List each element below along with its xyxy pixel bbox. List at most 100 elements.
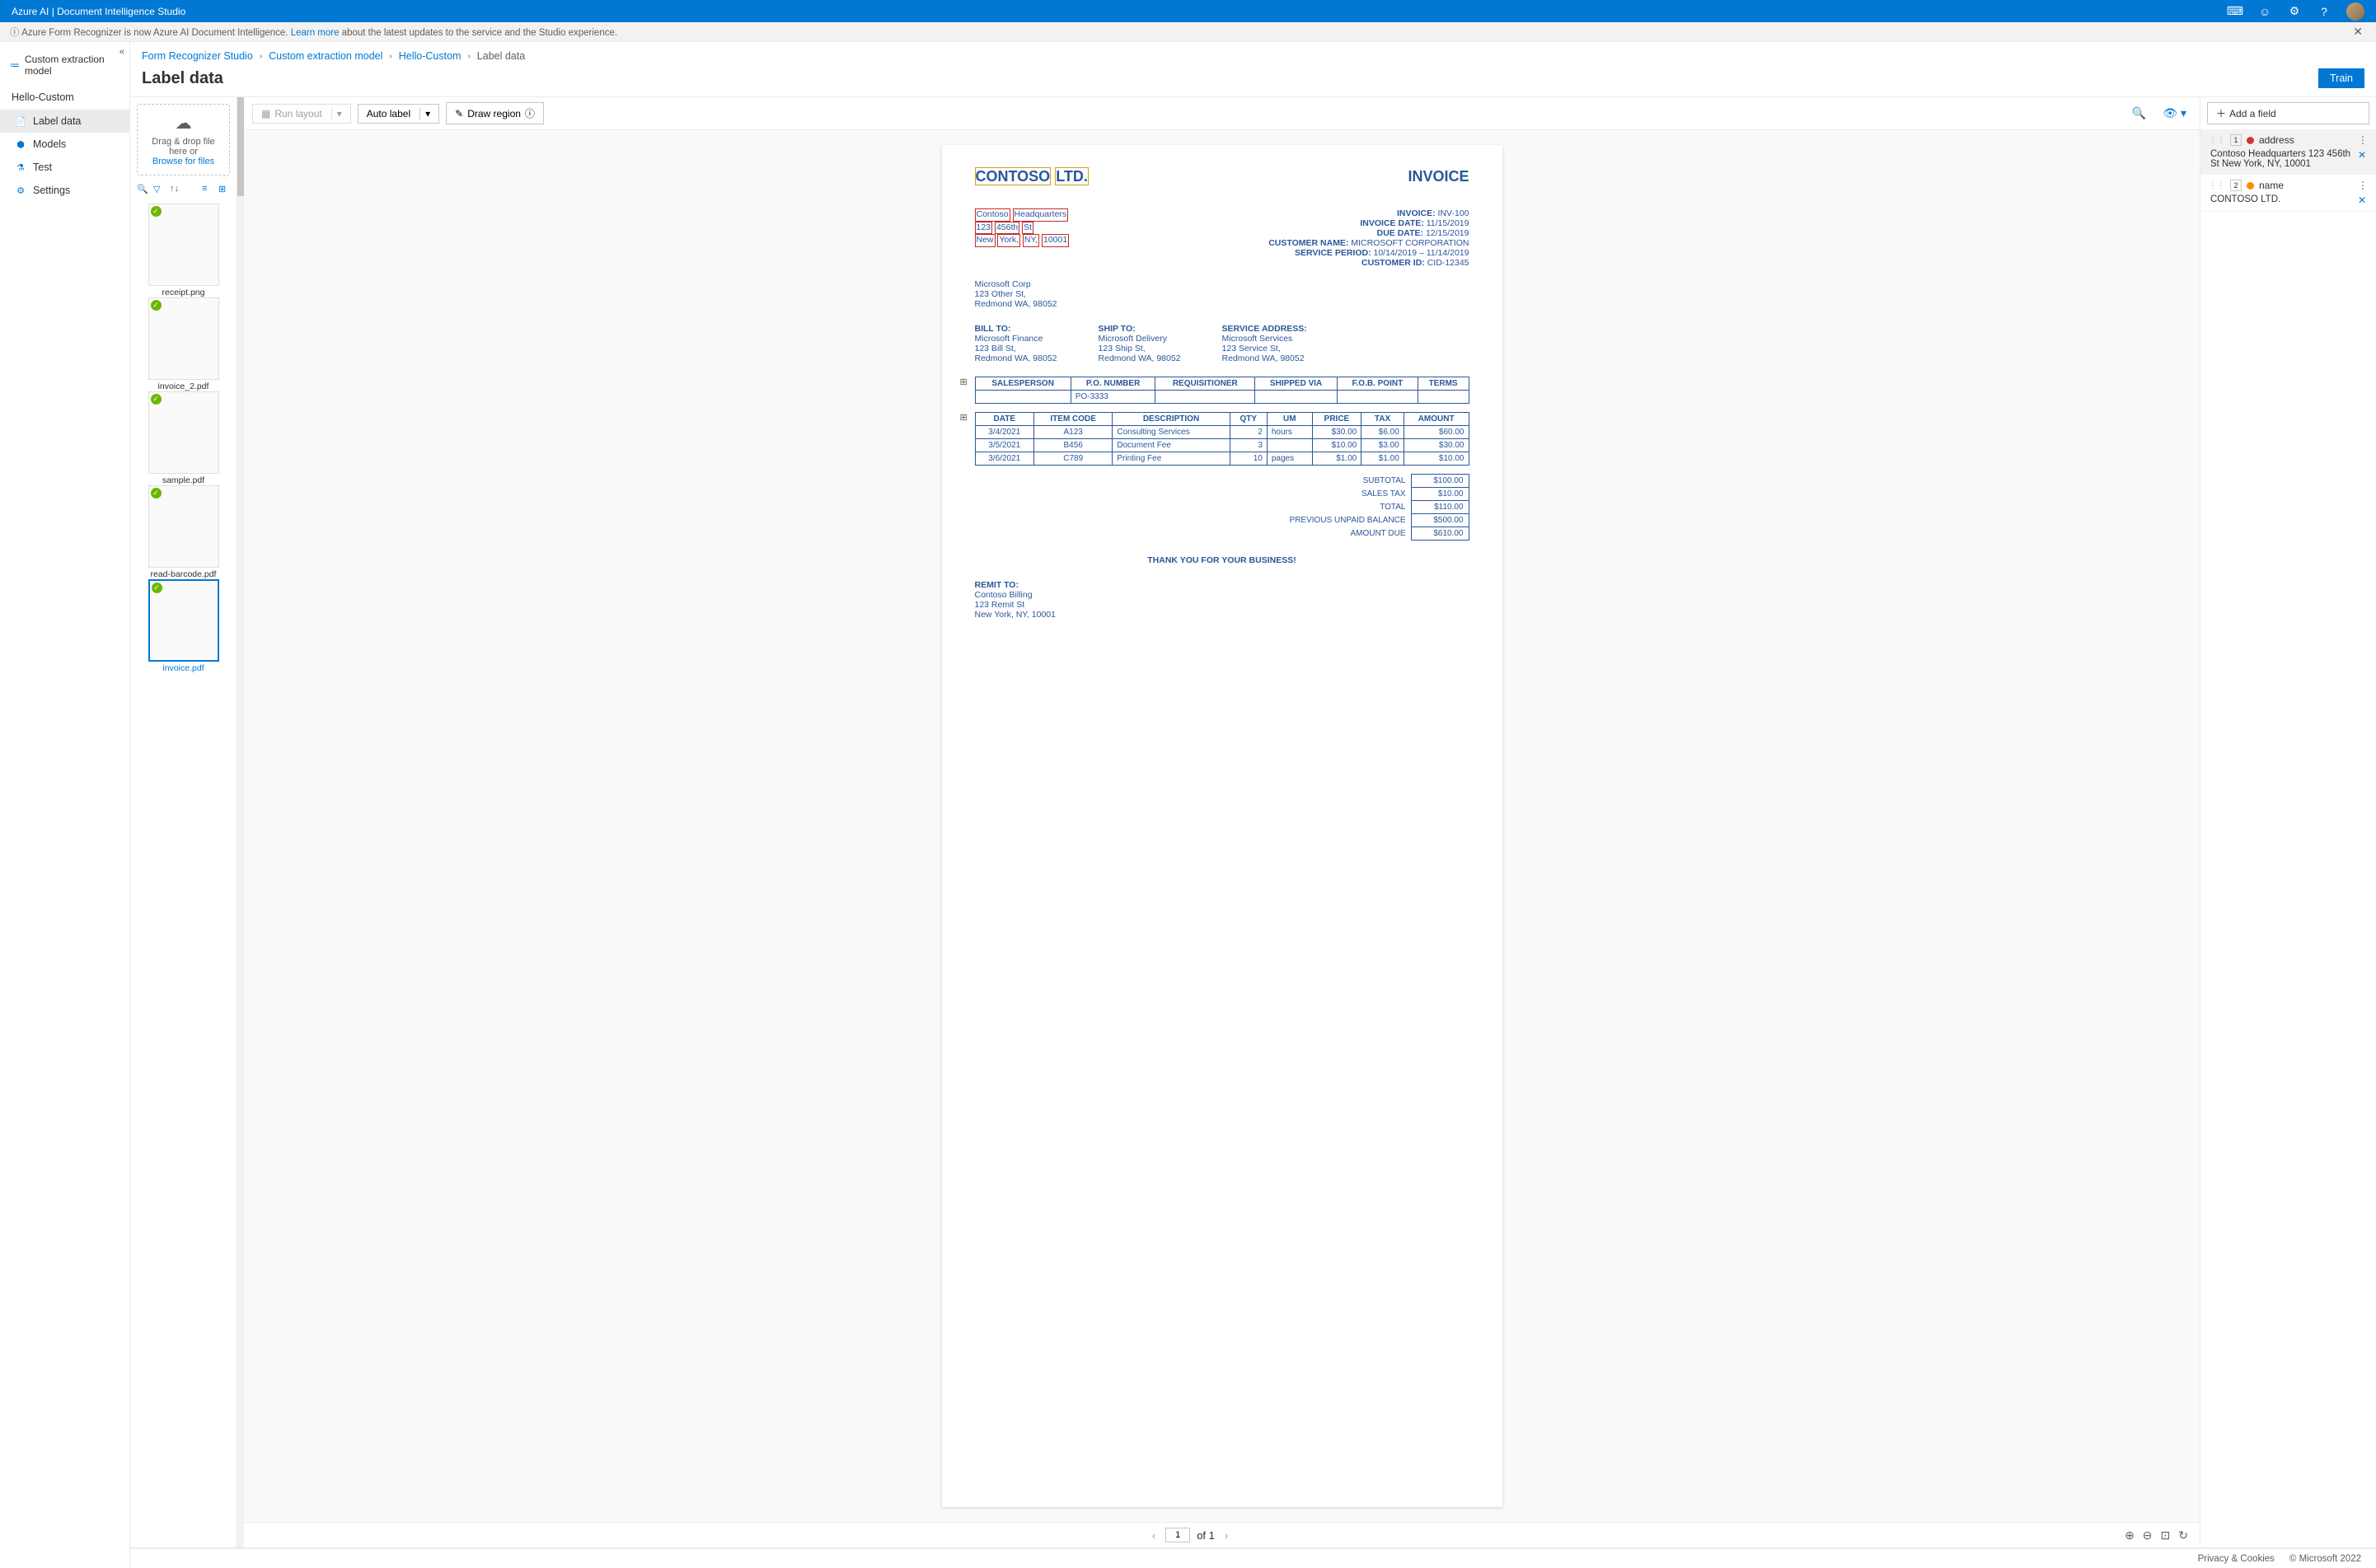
more-icon[interactable]: ⋮ xyxy=(2358,134,2368,146)
remit-line: 123 Remit St xyxy=(975,600,1469,610)
meta-label: INVOICE: xyxy=(1397,208,1436,218)
breadcrumb-item[interactable]: Hello-Custom xyxy=(399,50,462,62)
visibility-icon[interactable]: 👁 ▾ xyxy=(2158,103,2191,124)
table-cell: $1.00 xyxy=(1361,452,1404,466)
file-thumbnail[interactable]: ✓sample.pdf xyxy=(137,391,230,485)
remit-line: New York, NY, 10001 xyxy=(975,610,1469,620)
add-field-button[interactable]: ＋Add a field xyxy=(2207,102,2369,124)
filter-icon[interactable]: ▽ xyxy=(153,184,165,195)
table-cell: $6.00 xyxy=(1361,426,1404,439)
help-icon[interactable]: ? xyxy=(2317,4,2331,19)
sidebar-item-icon: ⬢ xyxy=(15,138,26,150)
avatar[interactable] xyxy=(2346,2,2364,21)
page-input[interactable] xyxy=(1165,1528,1190,1542)
table-handle-icon[interactable]: ⊞ xyxy=(960,412,968,423)
file-thumbnail[interactable]: ✓ read-barcode.pdf xyxy=(137,485,230,579)
model-type-icon: ≔ xyxy=(10,59,20,71)
drop-zone[interactable]: ☁ Drag & drop file here or Browse for fi… xyxy=(137,104,230,176)
meta-value: 12/15/2019 xyxy=(1426,228,1469,238)
file-name: read-barcode.pdf xyxy=(137,569,230,579)
address-line: 123 Service St, xyxy=(1222,344,1307,353)
page-title: Label data xyxy=(142,69,223,88)
next-page-icon[interactable]: › xyxy=(1221,1529,1231,1542)
chevron-down-icon[interactable]: ▾ xyxy=(419,108,430,119)
sidebar-item-settings[interactable]: ⚙Settings xyxy=(0,179,129,202)
settings-icon[interactable]: ⚙ xyxy=(2287,4,2302,19)
privacy-link[interactable]: Privacy & Cookies xyxy=(2198,1554,2275,1564)
file-thumbnail[interactable]: ✓invoice.pdf xyxy=(137,579,230,673)
list-view-icon[interactable]: ≡ xyxy=(202,184,213,195)
check-icon: ✓ xyxy=(151,394,162,405)
address-line: Microsoft Delivery xyxy=(1099,334,1181,344)
remit-title: REMIT TO: xyxy=(975,580,1019,590)
drag-handle-icon[interactable]: ⋮⋮ xyxy=(2209,136,2225,145)
fit-icon[interactable]: ⊡ xyxy=(2161,1528,2171,1542)
file-thumbnail[interactable]: ✓receipt.png xyxy=(137,204,230,297)
field-row[interactable]: ⋮⋮1address⋮Contoso Headquarters 123 456t… xyxy=(2200,129,2376,175)
customer-line: Redmond WA, 98052 xyxy=(975,299,1469,309)
sidebar-project-name[interactable]: Hello-Custom xyxy=(0,83,129,110)
rotate-icon[interactable]: ↻ xyxy=(2178,1528,2188,1542)
clear-field-icon[interactable]: ✕ xyxy=(2353,194,2366,206)
meta-label: SERVICE PERIOD: xyxy=(1295,248,1371,258)
file-panel: ☁ Drag & drop file here or Browse for fi… xyxy=(130,97,237,1547)
sort-icon[interactable]: ↑↓ xyxy=(170,184,181,195)
breadcrumb-item[interactable]: Form Recognizer Studio xyxy=(142,50,253,62)
search-doc-icon[interactable]: 🔍 xyxy=(2127,103,2151,124)
table-cell: $10.00 xyxy=(1312,439,1361,452)
invoice-totals: SUBTOTAL$100.00SALES TAX$10.00TOTAL$110.… xyxy=(975,474,1469,541)
close-icon[interactable]: ✕ xyxy=(2350,25,2366,39)
breadcrumb-item[interactable]: Custom extraction model xyxy=(269,50,382,62)
info-learn-more-link[interactable]: Learn more xyxy=(291,28,340,38)
table-cell xyxy=(1155,391,1255,404)
file-scrollbar[interactable] xyxy=(237,97,244,1547)
grid-view-icon[interactable]: ⊞ xyxy=(218,184,230,195)
table-cell xyxy=(1338,391,1418,404)
customer-line: 123 Other St, xyxy=(975,289,1469,299)
doc-viewer: ▦Run layout▾ Auto label▾ ✎Draw regionⓘ 🔍… xyxy=(244,97,2200,1547)
zoom-out-icon[interactable]: ⊖ xyxy=(2143,1528,2153,1542)
search-icon[interactable]: 🔍 xyxy=(137,184,148,195)
zoom-in-icon[interactable]: ⊕ xyxy=(2125,1528,2135,1542)
prev-page-icon[interactable]: ‹ xyxy=(1149,1529,1159,1542)
doc-toolbar: ▦Run layout▾ Auto label▾ ✎Draw regionⓘ 🔍… xyxy=(244,97,2200,130)
browse-files-link[interactable]: Browse for files xyxy=(152,157,214,166)
layout-icon: ▦ xyxy=(261,108,270,119)
address-word: NY, xyxy=(1023,234,1039,247)
file-name: invoice.pdf xyxy=(137,663,230,673)
draw-region-button[interactable]: ✎Draw regionⓘ xyxy=(446,102,544,124)
copyright-text: © Microsoft 2022 xyxy=(2289,1554,2361,1564)
field-number: 2 xyxy=(2230,180,2242,191)
doc-canvas[interactable]: CONTOSO LTD. INVOICE Contoso Headquarter… xyxy=(244,130,2200,1522)
info-icon: ⓘ xyxy=(525,106,535,120)
drag-handle-icon[interactable]: ⋮⋮ xyxy=(2209,181,2225,190)
check-icon: ✓ xyxy=(151,206,162,217)
page-title-row: Label data Train xyxy=(130,65,2376,97)
more-icon[interactable]: ⋮ xyxy=(2358,180,2368,191)
thank-you-text: THANK YOU FOR YOUR BUSINESS! xyxy=(975,555,1469,565)
table-header: DESCRIPTION xyxy=(1113,413,1230,426)
main-panel: Form Recognizer Studio › Custom extraction… xyxy=(130,42,2376,1568)
invoice-company: CONTOSO LTD. xyxy=(975,168,1089,185)
left-sidebar: « ≔ Custom extraction model Hello-Custom… xyxy=(0,42,130,1568)
feedback-icon[interactable]: ☺ xyxy=(2257,4,2272,19)
total-value: $110.00 xyxy=(1411,501,1469,514)
clear-field-icon[interactable]: ✕ xyxy=(2353,149,2366,161)
remit-line: Contoso Billing xyxy=(975,590,1469,600)
sidebar-item-test[interactable]: ⚗Test xyxy=(0,156,129,179)
table-cell: C789 xyxy=(1034,452,1113,466)
file-thumbnail[interactable]: ✓invoice_2.pdf xyxy=(137,297,230,391)
sidebar-collapse-icon[interactable]: « xyxy=(120,47,124,57)
field-name: name xyxy=(2259,180,2284,191)
field-row[interactable]: ⋮⋮2name⋮CONTOSO LTD.✕ xyxy=(2200,175,2376,212)
sidebar-model-type[interactable]: ≔ Custom extraction model xyxy=(0,47,129,83)
info-text-after: about the latest updates to the service … xyxy=(340,28,618,38)
table-cell: $30.00 xyxy=(1312,426,1361,439)
train-button[interactable]: Train xyxy=(2318,68,2364,88)
sidebar-item-models[interactable]: ⬢Models xyxy=(0,133,129,156)
auto-label-button[interactable]: Auto label▾ xyxy=(358,104,439,124)
sidebar-item-label-data[interactable]: 📄Label data xyxy=(0,110,129,133)
keyboard-icon[interactable]: ⌨ xyxy=(2228,4,2242,19)
check-icon: ✓ xyxy=(151,488,162,498)
table-handle-icon[interactable]: ⊞ xyxy=(960,377,968,387)
